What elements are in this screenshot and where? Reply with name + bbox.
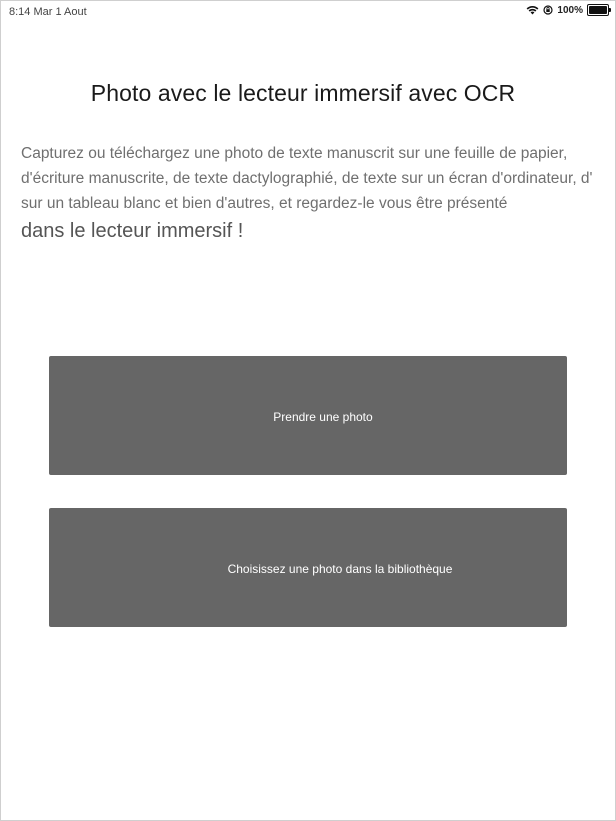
take-photo-label: Prendre une photo [273,409,373,424]
choose-from-library-label: Choisissez une photo dans la bibliothèqu… [227,561,453,576]
battery-icon [587,4,611,16]
description-text: Capturez ou téléchargez une photo de tex… [21,141,615,245]
status-time-date: 8:14 Mar 1 Aout [9,6,87,18]
battery-level-fill [589,6,607,14]
choose-from-library-button[interactable]: Choisissez une photo dans la bibliothèqu… [49,508,567,627]
app-screen: 8:14 Mar 1 Aout 100% Photo avec le lecte… [0,0,616,821]
wifi-icon [526,5,539,15]
status-bar: 8:14 Mar 1 Aout 100% [1,1,615,23]
battery-percentage: 100% [557,4,583,16]
take-photo-button[interactable]: Prendre une photo [49,356,567,475]
status-indicators: 100% [526,4,611,16]
description-emphasis: dans le lecteur immersif ! [21,220,244,242]
orientation-lock-icon [543,5,554,15]
description-line: sur un tableau blanc et bien d'autres, e… [21,195,508,212]
description-line: d'écriture manuscrite, de texte dactylog… [21,170,593,187]
page-title: Photo avec le lecteur immersif avec OCR [90,80,516,106]
description-line: Capturez ou téléchargez une photo de tex… [21,145,568,162]
